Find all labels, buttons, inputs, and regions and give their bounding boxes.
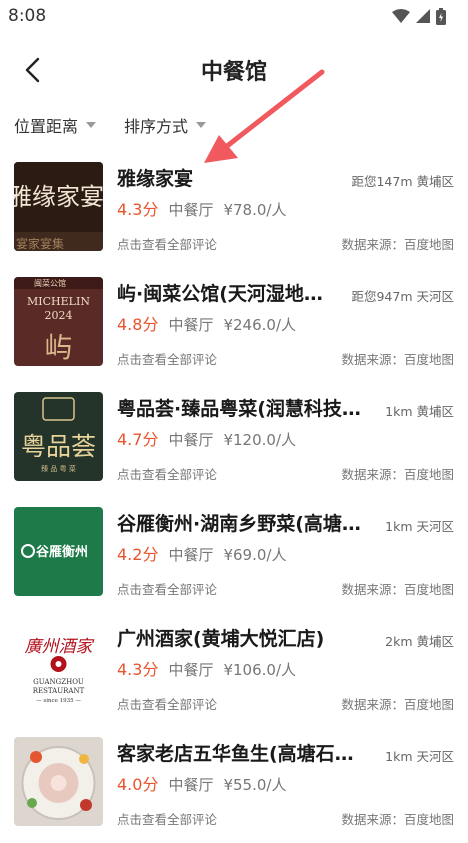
restaurant-name: 雅缘家宴 [117,168,194,190]
restaurant-thumbnail [14,737,103,826]
data-source: 数据来源：百度地图 [341,812,454,827]
wifi-icon [392,9,410,23]
thumb-subtext: GUANGZHOU [33,678,84,686]
restaurant-distance: 距您947m 天河区 [351,289,454,304]
thumb-text: 谷雁衡州 [36,544,88,560]
view-reviews-link[interactable]: 点击查看全部评论 [117,809,217,828]
price: ¥106.0/人 [223,661,297,679]
rating: 4.0分 [117,775,159,794]
view-reviews-link[interactable]: 点击查看全部评论 [117,349,217,368]
filter-bar: 位置距离 排序方式 [0,108,468,142]
rating: 4.3分 [117,660,159,679]
restaurant-thumbnail: 闽菜公馆 MICHELIN 2024 屿 [14,277,103,366]
filter-label: 位置距离 [14,117,79,136]
restaurant-meta: 4.3分 中餐厅 ¥106.0/人 [117,656,296,680]
view-reviews-link[interactable]: 点击查看全部评论 [117,694,217,713]
thumb-subtext-2: RESTAURANT [33,687,85,695]
restaurant-thumbnail: 谷雁衡州 [14,507,103,596]
data-source: 数据来源：百度地图 [341,697,454,712]
status-bar: 8:08 [0,0,468,32]
data-source: 数据来源：百度地图 [341,352,454,367]
category: 中餐厅 [168,661,214,679]
price: ¥246.0/人 [223,316,297,334]
data-source: 数据来源：百度地图 [341,467,454,482]
restaurant-thumbnail: 粤品荟 臻 品 粤 菜 [14,392,103,481]
status-time: 8:08 [8,6,47,26]
view-reviews-link[interactable]: 点击查看全部评论 [117,234,217,253]
restaurant-name: 客家老店五华鱼生(高塘石… [117,743,354,765]
thumb-text: 雅缘家宴 [14,183,103,211]
price: ¥69.0/人 [223,546,287,564]
thumb-subtext: 宴家宴集 [16,236,64,251]
thumb-since: — since 1935 — [36,698,81,704]
data-source: 数据来源：百度地图 [341,237,454,252]
list-item[interactable]: 粤品荟 臻 品 粤 菜 粤品荟·臻品粤菜(润慧科技… 1km 黄埔区 4.7分 … [0,380,468,495]
thumb-text: 粤品荟 [21,432,96,461]
restaurant-name: 谷雁衡州·湖南乡野菜(高塘… [117,513,361,535]
restaurant-name: 屿·闽菜公馆(天河湿地… [117,283,323,305]
restaurant-meta: 4.7分 中餐厅 ¥120.0/人 [117,426,296,450]
restaurant-distance: 1km 黄埔区 [385,404,454,419]
caret-down-icon [86,122,97,128]
view-reviews-link[interactable]: 点击查看全部评论 [117,464,217,483]
filter-sort-order[interactable]: 排序方式 [124,113,207,137]
list-item[interactable]: 客家老店五华鱼生(高塘石… 1km 天河区 4.0分 中餐厅 ¥55.0/人 点… [0,725,468,840]
restaurant-distance: 1km 天河区 [385,749,454,764]
back-button[interactable] [16,52,48,88]
thumb-subtext: 臻 品 粤 菜 [41,464,76,473]
page-title: 中餐馆 [200,60,267,85]
thumb-text: 廣州酒家 [25,637,95,657]
category: 中餐厅 [168,316,214,334]
restaurant-name: 广州酒家(黄埔大悦汇店) [117,628,325,650]
thumb-subtext: 2024 [45,309,73,322]
category: 中餐厅 [168,546,214,564]
list-item[interactable]: 闽菜公馆 MICHELIN 2024 屿 屿·闽菜公馆(天河湿地… 距您947m… [0,265,468,380]
filter-label: 排序方式 [124,117,189,136]
restaurant-name: 粤品荟·臻品粤菜(润慧科技… [117,398,361,420]
restaurant-distance: 距您147m 黄埔区 [351,174,454,189]
rating: 4.3分 [117,200,159,219]
restaurant-meta: 4.0分 中餐厅 ¥55.0/人 [117,771,286,795]
restaurant-distance: 2km 黄埔区 [385,634,454,649]
restaurant-thumbnail: 廣州酒家 GUANGZHOU RESTAURANT — since 1935 — [14,622,103,711]
filter-location-distance[interactable]: 位置距离 [14,113,97,137]
signal-icon [416,9,430,23]
header: 中餐馆 [0,32,468,108]
list-item[interactable]: 廣州酒家 GUANGZHOU RESTAURANT — since 1935 —… [0,610,468,725]
restaurant-meta: 4.2分 中餐厅 ¥69.0/人 [117,541,286,565]
price: ¥55.0/人 [223,776,287,794]
caret-down-icon [196,122,207,128]
list-item[interactable]: 雅缘家宴 宴家宴集 雅缘家宴 距您147m 黄埔区 4.3分 中餐厅 ¥78.0… [0,150,468,265]
view-reviews-link[interactable]: 点击查看全部评论 [117,579,217,598]
status-icons [392,7,446,25]
restaurant-thumbnail: 雅缘家宴 宴家宴集 [14,162,103,251]
list-item[interactable]: 谷雁衡州 谷雁衡州·湖南乡野菜(高塘… 1km 天河区 4.2分 中餐厅 ¥69… [0,495,468,610]
battery-icon [436,7,446,25]
category: 中餐厅 [168,201,214,219]
thumb-topline: 闽菜公馆 [34,278,66,288]
rating: 4.2分 [117,545,159,564]
restaurant-distance: 1km 天河区 [385,519,454,534]
category: 中餐厅 [168,776,214,794]
rating: 4.8分 [117,315,159,334]
restaurant-list: 雅缘家宴 宴家宴集 雅缘家宴 距您147m 黄埔区 4.3分 中餐厅 ¥78.0… [0,150,468,840]
chevron-left-icon [25,57,40,83]
thumb-glyph: 屿 [44,331,72,364]
data-source: 数据来源：百度地图 [341,582,454,597]
restaurant-meta: 4.3分 中餐厅 ¥78.0/人 [117,196,286,220]
price: ¥78.0/人 [223,201,287,219]
category: 中餐厅 [168,431,214,449]
price: ¥120.0/人 [223,431,297,449]
thumb-text: MICHELIN [27,295,90,308]
restaurant-meta: 4.8分 中餐厅 ¥246.0/人 [117,311,296,335]
rating: 4.7分 [117,430,159,449]
